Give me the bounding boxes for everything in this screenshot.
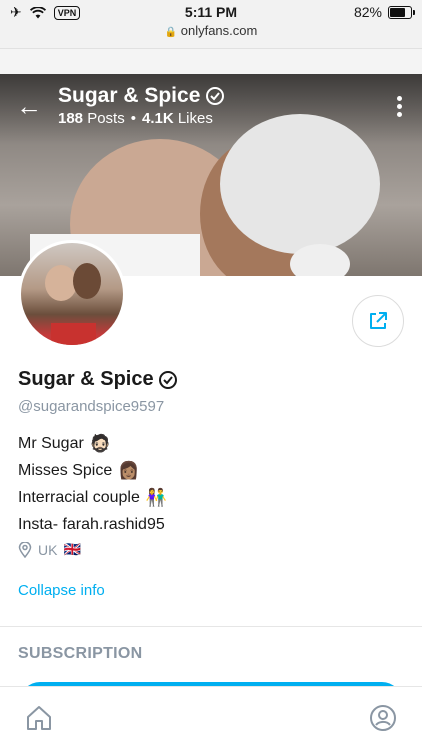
location-pin-icon: [18, 541, 32, 558]
bio-line-text: Misses Spice: [18, 462, 113, 479]
bio-line-text: Insta- farah.rashid95: [18, 516, 165, 533]
battery-percent: 82%: [353, 4, 382, 20]
stat-separator: •: [130, 110, 136, 127]
bio-emoji: 🧔🏻: [89, 434, 111, 453]
posts-label: Posts: [87, 110, 125, 127]
battery-icon: [388, 5, 415, 19]
nav-home[interactable]: [24, 703, 54, 738]
section-divider: [0, 626, 422, 627]
profile-icon: [370, 705, 396, 731]
collapse-info-link[interactable]: Collapse info: [18, 582, 105, 599]
back-button[interactable]: ←: [16, 93, 42, 119]
likes-count: 4.1K: [141, 110, 174, 127]
bottom-nav: [0, 686, 422, 751]
bio-line: Misses Spice 👩🏽: [18, 457, 167, 484]
more-vertical-icon[interactable]: [396, 96, 402, 117]
url-text: onlyfans.com: [180, 23, 258, 38]
status-right: 82%: [353, 4, 415, 20]
likes-stat: 4.1K Likes: [142, 110, 213, 127]
avatar-photo-illustration: [45, 263, 101, 345]
subscription-heading: SUBSCRIPTION: [18, 645, 143, 662]
lock-icon: 🔒: [164, 27, 178, 38]
battery-fill: [390, 7, 405, 17]
verified-icon: [158, 370, 177, 389]
bio: Mr Sugar 🧔🏻 Misses Spice 👩🏽 Interracial co…: [18, 430, 167, 538]
bio-line-text: Interracial couple: [18, 489, 140, 506]
back-arrow-icon: ←: [16, 91, 42, 121]
avatar-image: [21, 243, 123, 345]
posts-stat: 188 Posts: [58, 110, 125, 127]
location-flag: 🇬🇧: [63, 541, 81, 557]
profile-handle: @sugarandspice9597: [18, 398, 165, 415]
header-title: Sugar & Spice: [58, 84, 225, 108]
avatar[interactable]: [18, 240, 126, 348]
header-stats: 188 Posts • 4.1K Likes: [58, 110, 213, 127]
bio-emoji: 👩🏽: [118, 461, 140, 480]
status-bar: ✈ VPN 5:11 PM 🔒 onlyfans.com 82%: [0, 0, 422, 48]
likes-label: Likes: [177, 110, 213, 127]
share-icon: [370, 312, 387, 329]
bio-line: Mr Sugar 🧔🏻: [18, 430, 167, 457]
address-bar[interactable]: 🔒 onlyfans.com: [0, 23, 422, 38]
bio-emoji: 👫: [145, 488, 168, 507]
profile-name: Sugar & Spice: [18, 368, 178, 391]
nav-profile[interactable]: [368, 703, 398, 738]
browser-toolbar-strip: [0, 48, 422, 75]
bio-line: Interracial couple 👫: [18, 484, 167, 511]
bio-line: Insta- farah.rashid95: [18, 511, 167, 538]
header-name: Sugar & Spice: [58, 84, 201, 107]
verified-icon: [206, 87, 225, 105]
posts-count: 188: [58, 110, 84, 127]
bio-line-text: Mr Sugar: [18, 435, 84, 452]
location-text: UK: [38, 541, 58, 558]
profile-name-text: Sugar & Spice: [18, 368, 154, 390]
share-button[interactable]: [352, 295, 404, 347]
location: UK 🇬🇧: [18, 541, 81, 558]
home-icon: [27, 706, 51, 730]
